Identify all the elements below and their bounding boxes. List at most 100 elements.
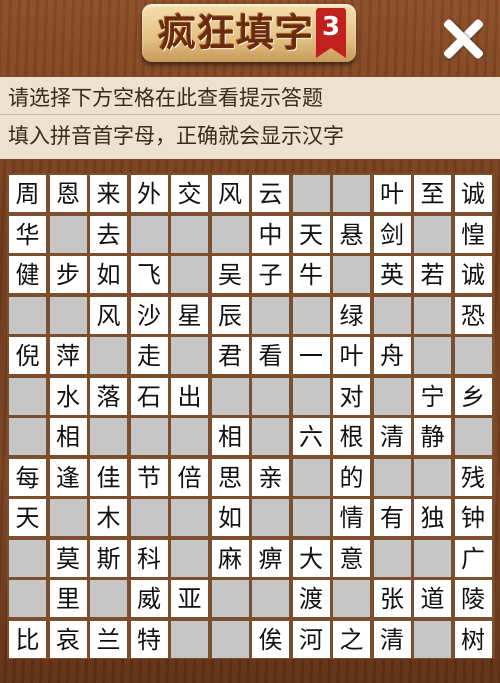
grid-cell[interactable]: 健 [9, 256, 46, 293]
grid-cell-empty[interactable] [171, 256, 208, 293]
grid-cell[interactable]: 君 [211, 337, 249, 374]
grid-cell-empty[interactable] [292, 175, 330, 212]
grid-cell[interactable]: 木 [90, 499, 127, 536]
grid-cell[interactable]: 有 [373, 499, 411, 536]
grid-cell-empty[interactable] [49, 499, 87, 536]
grid-cell[interactable]: 莫 [49, 539, 87, 577]
grid-cell-empty[interactable] [333, 580, 370, 617]
grid-cell[interactable]: 意 [333, 539, 370, 577]
grid-cell[interactable]: 如 [211, 499, 249, 536]
grid-cell[interactable]: 天 [292, 215, 330, 253]
grid-cell-empty[interactable] [211, 215, 249, 253]
grid-cell[interactable]: 威 [130, 580, 168, 617]
grid-cell[interactable]: 静 [414, 418, 451, 455]
grid-cell[interactable]: 节 [130, 458, 168, 496]
grid-cell[interactable]: 周 [9, 175, 46, 212]
grid-cell[interactable]: 惶 [454, 215, 492, 253]
grid-cell[interactable]: 星 [171, 296, 208, 334]
grid-cell[interactable]: 里 [49, 580, 87, 617]
grid-cell-empty[interactable] [211, 377, 249, 415]
grid-cell-empty[interactable] [414, 539, 451, 577]
grid-cell[interactable]: 大 [292, 539, 330, 577]
grid-cell-empty[interactable] [414, 337, 451, 374]
grid-cell-empty[interactable] [171, 499, 208, 536]
grid-cell[interactable]: 之 [333, 620, 370, 658]
grid-cell[interactable]: 广 [454, 539, 492, 577]
grid-cell[interactable]: 英 [373, 256, 411, 293]
grid-cell-empty[interactable] [252, 296, 289, 334]
grid-cell[interactable]: 外 [130, 175, 168, 212]
grid-cell[interactable]: 倍 [171, 458, 208, 496]
grid-cell-empty[interactable] [454, 337, 492, 374]
grid-cell-empty[interactable] [171, 539, 208, 577]
grid-cell[interactable]: 根 [333, 418, 370, 455]
grid-cell[interactable]: 清 [373, 418, 411, 455]
grid-cell[interactable]: 出 [171, 377, 208, 415]
grid-cell-empty[interactable] [333, 256, 370, 293]
grid-cell-empty[interactable] [454, 418, 492, 455]
grid-cell-empty[interactable] [171, 620, 208, 658]
grid-cell[interactable]: 兰 [90, 620, 127, 658]
grid-cell[interactable]: 佳 [90, 458, 127, 496]
grid-cell[interactable]: 比 [9, 620, 46, 658]
grid-cell-empty[interactable] [130, 418, 168, 455]
grid-cell[interactable]: 特 [130, 620, 168, 658]
grid-cell[interactable]: 华 [9, 215, 46, 253]
grid-cell-empty[interactable] [414, 215, 451, 253]
grid-cell[interactable]: 看 [252, 337, 289, 374]
grid-cell-empty[interactable] [292, 296, 330, 334]
grid-cell[interactable]: 俟 [252, 620, 289, 658]
grid-cell[interactable]: 如 [90, 256, 127, 293]
grid-cell-empty[interactable] [171, 418, 208, 455]
close-icon[interactable] [438, 14, 488, 64]
grid-cell[interactable]: 亚 [171, 580, 208, 617]
grid-cell[interactable]: 独 [414, 499, 451, 536]
grid-cell[interactable]: 麻 [211, 539, 249, 577]
grid-cell[interactable]: 风 [90, 296, 127, 334]
grid-cell[interactable]: 六 [292, 418, 330, 455]
grid-cell[interactable]: 树 [454, 620, 492, 658]
grid-cell-empty[interactable] [252, 499, 289, 536]
grid-cell-empty[interactable] [252, 580, 289, 617]
grid-cell-empty[interactable] [130, 215, 168, 253]
grid-cell-empty[interactable] [252, 377, 289, 415]
grid-cell[interactable]: 石 [130, 377, 168, 415]
grid-cell[interactable]: 河 [292, 620, 330, 658]
grid-cell[interactable]: 吴 [211, 256, 249, 293]
grid-cell-empty[interactable] [414, 620, 451, 658]
grid-cell-empty[interactable] [414, 296, 451, 334]
grid-cell[interactable]: 的 [333, 458, 370, 496]
grid-cell[interactable]: 至 [414, 175, 451, 212]
grid-cell-empty[interactable] [90, 337, 127, 374]
grid-cell[interactable]: 哀 [49, 620, 87, 658]
grid-cell[interactable]: 一 [292, 337, 330, 374]
grid-cell[interactable]: 云 [252, 175, 289, 212]
grid-cell[interactable]: 清 [373, 620, 411, 658]
grid-cell[interactable]: 恩 [49, 175, 87, 212]
grid-cell[interactable]: 钟 [454, 499, 492, 536]
grid-cell-empty[interactable] [211, 620, 249, 658]
grid-cell-empty[interactable] [9, 296, 46, 334]
grid-cell-empty[interactable] [292, 458, 330, 496]
grid-cell[interactable]: 来 [90, 175, 127, 212]
grid-cell-empty[interactable] [414, 458, 451, 496]
grid-cell-empty[interactable] [9, 580, 46, 617]
grid-cell[interactable]: 宁 [414, 377, 451, 415]
grid-cell[interactable]: 对 [333, 377, 370, 415]
grid-cell[interactable]: 道 [414, 580, 451, 617]
grid-cell[interactable]: 风 [211, 175, 249, 212]
grid-cell[interactable]: 绿 [333, 296, 370, 334]
grid-cell[interactable]: 诚 [454, 256, 492, 293]
grid-cell[interactable]: 情 [333, 499, 370, 536]
grid-cell[interactable]: 落 [90, 377, 127, 415]
grid-cell-empty[interactable] [373, 458, 411, 496]
grid-cell-empty[interactable] [171, 215, 208, 253]
grid-cell[interactable]: 天 [9, 499, 46, 536]
grid-cell[interactable]: 恐 [454, 296, 492, 334]
grid-cell[interactable]: 水 [49, 377, 87, 415]
grid-cell-empty[interactable] [373, 296, 411, 334]
grid-cell-empty[interactable] [333, 175, 370, 212]
grid-cell[interactable]: 萍 [49, 337, 87, 374]
grid-cell[interactable]: 乡 [454, 377, 492, 415]
grid-cell[interactable]: 陵 [454, 580, 492, 617]
